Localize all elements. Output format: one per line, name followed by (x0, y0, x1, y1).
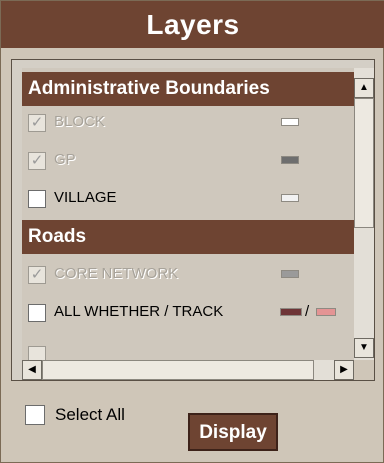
core-network-checkbox[interactable]: ✓ (28, 266, 46, 284)
layer-row-block: ✓ BLOCK (22, 106, 354, 140)
gp-swatch (281, 156, 299, 164)
block-checkbox[interactable]: ✓ (28, 114, 46, 132)
display-button[interactable]: Display (188, 413, 278, 451)
horizontal-scrollbar[interactable]: ◀ ▶ (22, 360, 354, 380)
group-title-roads: Roads (22, 220, 354, 254)
block-label: BLOCK (54, 113, 105, 130)
vertical-scrollbar[interactable]: ▲ ▼ (354, 68, 374, 360)
group-title-administrative-boundaries: Administrative Boundaries (22, 72, 354, 106)
village-checkbox[interactable] (28, 190, 46, 208)
all-whether-track-checkbox[interactable] (28, 304, 46, 322)
layer-list-box: Administrative Boundaries ✓ BLOCK ✓ GP V… (11, 59, 375, 381)
village-swatch (281, 194, 299, 202)
layer-row-core-network: ✓ CORE NETWORK (22, 258, 354, 292)
village-label: VILLAGE (54, 189, 117, 206)
select-all-checkbox[interactable] (25, 405, 45, 425)
scroll-corner (354, 360, 374, 380)
arrow-up-icon[interactable]: ▲ (354, 78, 374, 98)
horizontal-scroll-thumb[interactable] (42, 360, 314, 380)
swatch-separator: / (305, 303, 310, 320)
partial-checkbox[interactable] (28, 346, 46, 360)
arrow-down-icon[interactable]: ▼ (354, 338, 374, 358)
all-whether-track-label: ALL WHETHER / TRACK (54, 303, 224, 320)
block-swatch (281, 118, 299, 126)
arrow-right-icon[interactable]: ▶ (334, 360, 354, 380)
core-network-swatch (281, 270, 299, 278)
all-whether-track-swatch-2 (316, 308, 336, 316)
layer-list: Administrative Boundaries ✓ BLOCK ✓ GP V… (22, 68, 354, 360)
vertical-scroll-thumb[interactable] (354, 98, 374, 228)
gp-checkbox[interactable]: ✓ (28, 152, 46, 170)
all-whether-track-swatch-1 (280, 308, 302, 316)
select-all-label: Select All (55, 405, 125, 424)
core-network-label: CORE NETWORK (54, 265, 179, 282)
layer-row-gp: ✓ GP (22, 144, 354, 178)
layers-panel: Layers Administrative Boundaries ✓ BLOCK… (0, 0, 384, 463)
layer-row-partial (22, 336, 354, 360)
layer-row-all-whether-track: ALL WHETHER / TRACK / (22, 296, 354, 330)
layer-row-village: VILLAGE (22, 182, 354, 216)
gp-label: GP (54, 151, 76, 168)
panel-title: Layers (1, 1, 384, 48)
arrow-left-icon[interactable]: ◀ (22, 360, 42, 380)
